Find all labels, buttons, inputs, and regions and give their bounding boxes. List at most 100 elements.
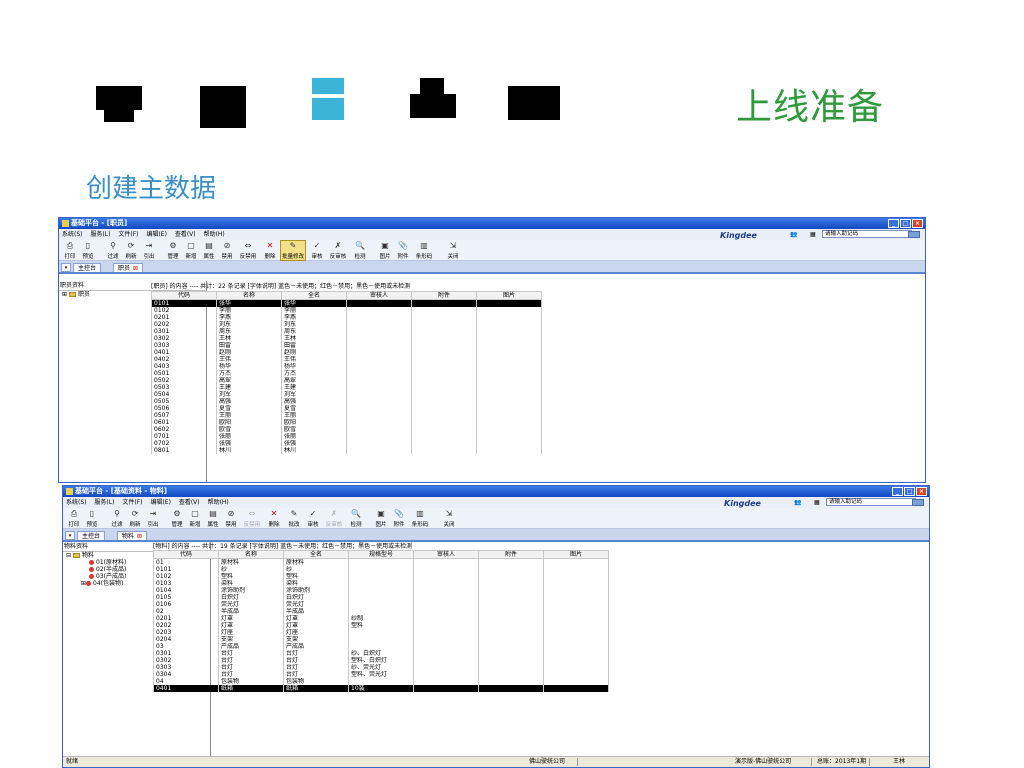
barcode-button[interactable]: ▥ 条形码 [409,509,431,528]
table-row[interactable]: 0204 支架 支架 [153,636,609,643]
table-row[interactable]: 0102 李丽 李丽 [151,307,542,314]
enable-button[interactable]: ⇔ 反禁用 [241,509,263,528]
table-row[interactable]: 0304 台灯 台灯 塑料、荧光灯 [153,671,609,678]
people-icon[interactable]: 👥 [794,497,801,508]
table-row[interactable]: 0602 欧雪 欧雪 [151,426,542,433]
table-row[interactable]: 0101 张华 张华 [151,299,542,307]
delete-button[interactable]: ✕ 删除 [262,241,278,260]
menu-file[interactable]: 文件(F) [118,231,138,238]
col-approver[interactable]: 审核人 [346,291,412,300]
image-button[interactable]: ▣ 图片 [377,241,393,260]
check-button[interactable]: 🔍 检测 [352,241,368,260]
table-row[interactable]: 0201 李燕 李燕 [151,314,542,321]
tab-nav-icon[interactable]: ▾ [61,263,71,272]
table-row[interactable]: 0401 赵刚 赵刚 [151,349,542,356]
col-code[interactable]: 代码 [153,550,219,559]
col-fullname[interactable]: 全名 [281,291,347,300]
close-window-icon[interactable]: × [912,219,923,228]
table-row[interactable]: 0301 周东 周东 [151,328,542,335]
table-row[interactable]: 0105 白炽灯 白炽灯 [153,594,609,601]
table-row[interactable]: 0506 夏雪 夏雪 [151,405,542,412]
batch-edit-button[interactable]: ✎ 批量修改 [280,240,306,261]
help-code-input[interactable]: 请输入助记码 [826,498,916,506]
filter-button[interactable]: ⚲ 过滤 [109,509,125,528]
col-attachment[interactable]: 附件 [478,550,544,559]
preview-button[interactable]: ▯ 预览 [84,509,100,528]
manage-button[interactable]: ⚙ 管理 [165,241,181,260]
tab-nav-icon[interactable]: ▾ [65,531,75,540]
table-row[interactable]: 0801 林川 林川 [151,447,542,454]
disable-button[interactable]: ⊘ 禁用 [223,509,239,528]
table-row[interactable]: 0102 塑料 塑料 [153,573,609,580]
table-row[interactable]: 0502 高翠 高翠 [151,377,542,384]
export-button[interactable]: ⇥ 引出 [145,509,161,528]
filter-button[interactable]: ⚲ 过滤 [105,241,121,260]
attachment-button[interactable]: 📎 附件 [391,509,407,528]
col-code[interactable]: 代码 [151,291,217,300]
close-button[interactable]: ⇲ 关闭 [445,241,461,260]
disable-button[interactable]: ⊘ 禁用 [219,241,235,260]
people-icon[interactable]: 👥 [790,229,797,240]
table-row[interactable]: 0103 染料 染料 [153,580,609,587]
table-row[interactable]: 0302 台灯 台灯 塑料、白炽灯 [153,657,609,664]
table-row[interactable]: 0702 张强 张强 [151,440,542,447]
maximize-icon[interactable]: □ [904,487,915,496]
table-row[interactable]: 0505 高强 高强 [151,398,542,405]
tab-close-icon[interactable]: ⊠ [137,533,142,540]
window-titlebar[interactable]: 基础平台 - [职员] _ □ × [59,218,925,229]
table-row[interactable]: 0504 刘军 刘军 [151,391,542,398]
check-button[interactable]: 🔍 检测 [348,509,364,528]
menu-edit[interactable]: 编辑(E) [146,231,166,238]
unapprove-button[interactable]: ✗ 反审核 [323,509,345,528]
table-row[interactable]: 0303 台灯 台灯 纱、荧光灯 [153,664,609,671]
book-icon[interactable]: ▦ [814,497,820,508]
delete-button[interactable]: ✕ 删除 [266,509,282,528]
col-name[interactable]: 名称 [216,291,282,300]
unapprove-button[interactable]: ✗ 反审核 [327,241,349,260]
close-button[interactable]: ⇲ 关闭 [441,509,457,528]
tab-employee[interactable]: 职员 ⊠ [113,263,144,272]
table-row[interactable]: 02 半成品 半成品 [153,608,609,615]
minimize-icon[interactable]: _ [888,219,899,228]
table-row[interactable]: 0202 灯罩 灯罩 塑料 [153,622,609,629]
menu-file[interactable]: 文件(F) [122,499,142,506]
table-row[interactable]: 0701 张丽 张丽 [151,433,542,440]
image-button[interactable]: ▣ 图片 [373,509,389,528]
preview-button[interactable]: ▯ 预览 [80,241,96,260]
approve-button[interactable]: ✓ 审核 [305,509,321,528]
col-attachment[interactable]: 附件 [411,291,477,300]
batch-edit-button[interactable]: ✎ 批改 [285,509,303,528]
approve-button[interactable]: ✓ 审核 [309,241,325,260]
col-approver[interactable]: 审核人 [413,550,479,559]
close-window-icon[interactable]: × [916,487,927,496]
tab-main-console[interactable]: 主控台 [77,531,106,540]
table-row[interactable]: 0301 台灯 台灯 纱、白炽灯 [153,650,609,657]
table-row[interactable]: 03 产成品 产成品 [153,643,609,650]
help-search-button[interactable] [908,231,920,238]
table-row[interactable]: 0106 荧光灯 荧光灯 [153,601,609,608]
menu-view[interactable]: 查看(V) [175,231,196,238]
menu-service[interactable]: 服务(L) [90,231,110,238]
table-row[interactable]: 0507 王丽 王丽 [151,412,542,419]
col-image[interactable]: 图片 [476,291,542,300]
table-row[interactable]: 0302 王林 王林 [151,335,542,342]
new-button[interactable]: ▢ 新增 [187,509,203,528]
manage-button[interactable]: ⚙ 管理 [169,509,185,528]
table-row[interactable]: 0202 刘东 刘东 [151,321,542,328]
refresh-button[interactable]: ⟳ 刷新 [123,241,139,260]
tab-material[interactable]: 物料 ⊠ [117,531,148,540]
table-row[interactable]: 04 包装物 包装物 [153,678,609,685]
print-button[interactable]: ⎙ 打印 [66,509,82,528]
table-row[interactable]: 0403 杨华 杨华 [151,363,542,370]
table-row[interactable]: 0503 王建 王建 [151,384,542,391]
enable-button[interactable]: ⇔ 反禁用 [237,241,259,260]
expand-icon[interactable]: ⊞ [62,291,67,298]
minimize-icon[interactable]: _ [892,487,903,496]
help-search-button[interactable] [912,499,924,506]
menu-system[interactable]: 系统(S) [66,499,87,506]
table-row[interactable]: 0401 纸箱 纸箱 10装 [153,685,609,692]
maximize-icon[interactable]: □ [900,219,911,228]
menu-help[interactable]: 帮助(H) [204,231,225,238]
table-row[interactable]: 01 原材料 原材料 [153,558,609,566]
properties-button[interactable]: ▤ 属性 [205,509,221,528]
